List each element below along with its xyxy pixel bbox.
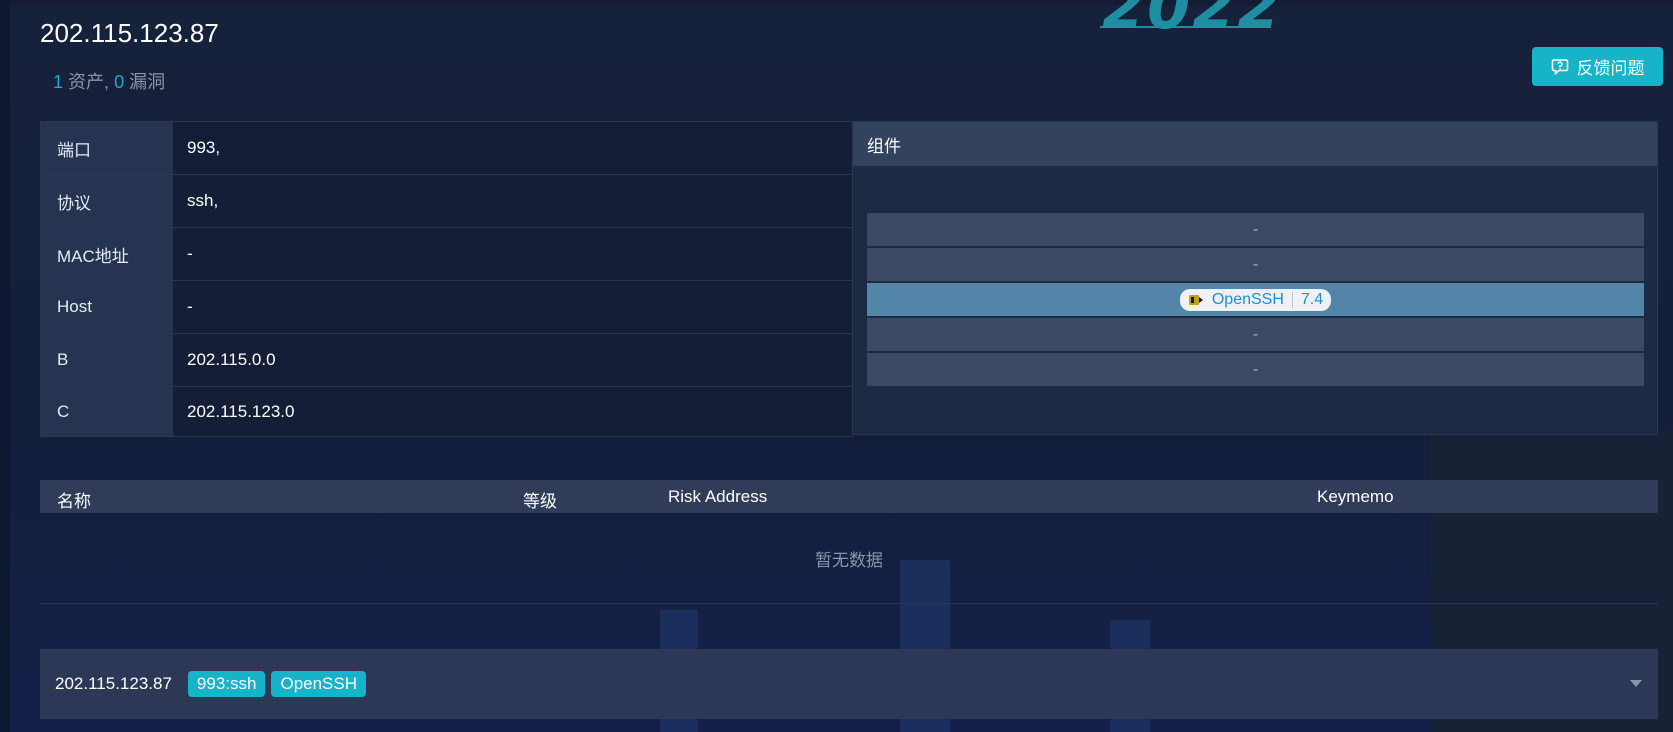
- components-list: - - OpenSSH 7.4 - -: [867, 213, 1644, 388]
- empty-state: 暂无数据: [40, 513, 1658, 604]
- info-value: 993,: [173, 122, 853, 174]
- column-level[interactable]: 等级: [523, 487, 557, 512]
- info-key: C: [41, 387, 173, 436]
- info-table: 端口 993, 协议 ssh, MAC地址 - Host - B 202.115…: [40, 121, 854, 437]
- component-pill[interactable]: OpenSSH 7.4: [1179, 288, 1332, 311]
- component-name: OpenSSH: [1211, 290, 1284, 308]
- info-key: B: [41, 334, 173, 386]
- year-watermark: 2022: [1102, 0, 1283, 43]
- asset-ip: 202.115.123.87: [55, 674, 172, 693]
- info-value: ssh,: [173, 175, 853, 227]
- table-header: 名称 等级 Risk Address Keymemo: [40, 480, 1658, 513]
- info-row-b-segment: B 202.115.0.0: [41, 334, 853, 387]
- year-underline: [1100, 26, 1256, 28]
- components-title: 组件: [853, 122, 1657, 166]
- component-version: 7.4: [1300, 290, 1324, 308]
- component-row: -: [867, 353, 1644, 386]
- info-row-host: Host -: [41, 281, 853, 334]
- info-key: MAC地址: [41, 228, 173, 280]
- info-row-protocol: 协议 ssh,: [41, 175, 853, 228]
- vuln-label: 漏洞: [129, 72, 166, 92]
- pill-divider: [1291, 291, 1293, 308]
- component-row: -: [867, 248, 1644, 281]
- info-row-mac: MAC地址 -: [41, 228, 853, 281]
- info-value: -: [173, 281, 853, 333]
- background-edge: [0, 0, 10, 732]
- feedback-button[interactable]: 反馈问题: [1532, 47, 1663, 86]
- feedback-label: 反馈问题: [1576, 59, 1645, 78]
- asset-row[interactable]: 202.115.123.87 993:ssh OpenSSH: [40, 649, 1658, 719]
- plugin-icon: [1188, 294, 1203, 305]
- asset-label: 资产,: [68, 72, 110, 92]
- chat-question-icon: [1551, 58, 1568, 75]
- info-value: 202.115.0.0: [173, 334, 853, 386]
- port-tag[interactable]: 993:ssh: [187, 671, 266, 697]
- vuln-count[interactable]: 0: [114, 72, 124, 92]
- info-key: 端口: [41, 122, 173, 174]
- info-key: 协议: [41, 175, 173, 227]
- info-row-c-segment: C 202.115.123.0: [41, 387, 853, 436]
- column-keymemo[interactable]: Keymemo: [1317, 487, 1394, 507]
- page-title: 202.115.123.87: [40, 18, 219, 48]
- info-value: 202.115.123.0: [173, 387, 853, 436]
- component-row: -: [867, 213, 1644, 246]
- summary-counts: 1 资产, 0 漏洞: [53, 68, 165, 94]
- column-risk-address[interactable]: Risk Address: [668, 487, 767, 507]
- info-key: Host: [41, 281, 173, 333]
- column-name[interactable]: 名称: [57, 487, 91, 512]
- asset-count[interactable]: 1: [53, 72, 63, 92]
- components-panel: 组件 - - OpenSSH 7.4 - -: [852, 121, 1658, 435]
- component-tag[interactable]: OpenSSH: [271, 671, 367, 697]
- chevron-down-icon[interactable]: [1630, 680, 1642, 687]
- vulnerability-table: 名称 等级 Risk Address Keymemo 暂无数据: [40, 480, 1658, 604]
- info-value: -: [173, 228, 853, 280]
- component-row-openssh[interactable]: OpenSSH 7.4: [867, 283, 1644, 316]
- component-row: -: [867, 318, 1644, 351]
- info-row-port: 端口 993,: [41, 122, 853, 175]
